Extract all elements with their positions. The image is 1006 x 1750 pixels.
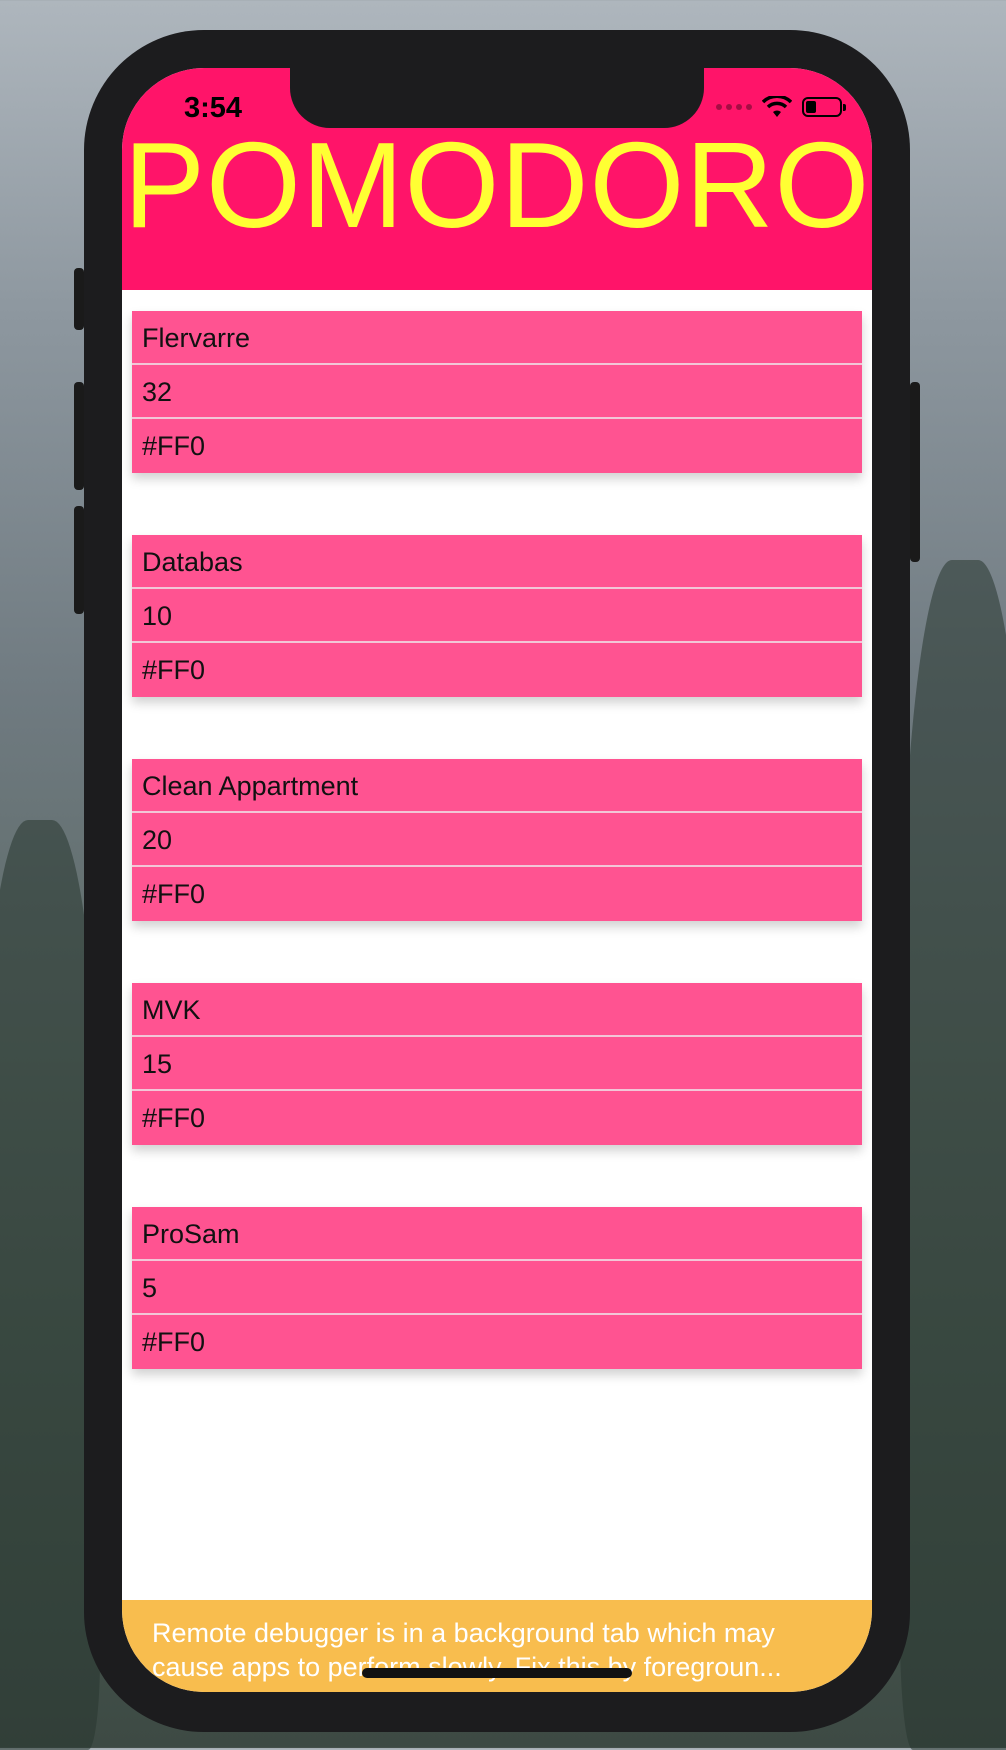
power-button [910,382,920,562]
silent-switch [74,268,84,330]
warning-line-1: Remote debugger is in a background tab w… [152,1618,775,1648]
volume-up-button [74,382,84,490]
notch [290,68,704,128]
task-minutes: 10 [132,589,862,643]
task-card[interactable]: Clean Appartment 20 #FF0 [132,759,862,921]
wifi-icon [762,96,792,117]
task-card[interactable]: ProSam 5 #FF0 [132,1207,862,1369]
task-minutes: 32 [132,365,862,419]
task-name: MVK [132,983,862,1037]
status-icons [716,96,846,118]
task-minutes: 20 [132,813,862,867]
task-minutes: 5 [132,1261,862,1315]
home-indicator[interactable] [362,1668,632,1678]
task-name: ProSam [132,1207,862,1261]
app-screen: 3:54 POMODORO Flervarre 32 #FF0 Databas … [122,68,872,1692]
volume-down-button [74,506,84,614]
task-color: #FF0 [142,1103,206,1133]
task-name: Databas [132,535,862,589]
task-name: Clean Appartment [132,759,862,813]
warning-line-2: cause apps to perform slowly. Fix this b… [152,1652,782,1682]
remote-debugger-warning[interactable]: Remote debugger is in a background tab w… [122,1600,872,1692]
battery-icon [802,97,846,117]
cellular-signal-icon [716,104,752,110]
task-card[interactable]: MVK 15 #FF0 [132,983,862,1145]
task-color: #FF0 [142,655,206,685]
task-color: #FF0 [142,879,206,909]
task-list: Flervarre 32 #FF0 Databas 10 #FF0 Clean … [132,311,862,1431]
app-title: POMODORO [123,117,871,253]
task-color: #FF0 [142,431,206,461]
background-tree [900,560,1006,1750]
task-minutes: 15 [132,1037,862,1091]
phone-frame: 3:54 POMODORO Flervarre 32 #FF0 Databas … [74,30,920,1732]
task-color: #FF0 [142,1327,206,1357]
task-card[interactable]: Databas 10 #FF0 [132,535,862,697]
task-card[interactable]: Flervarre 32 #FF0 [132,311,862,473]
task-name: Flervarre [132,311,862,365]
